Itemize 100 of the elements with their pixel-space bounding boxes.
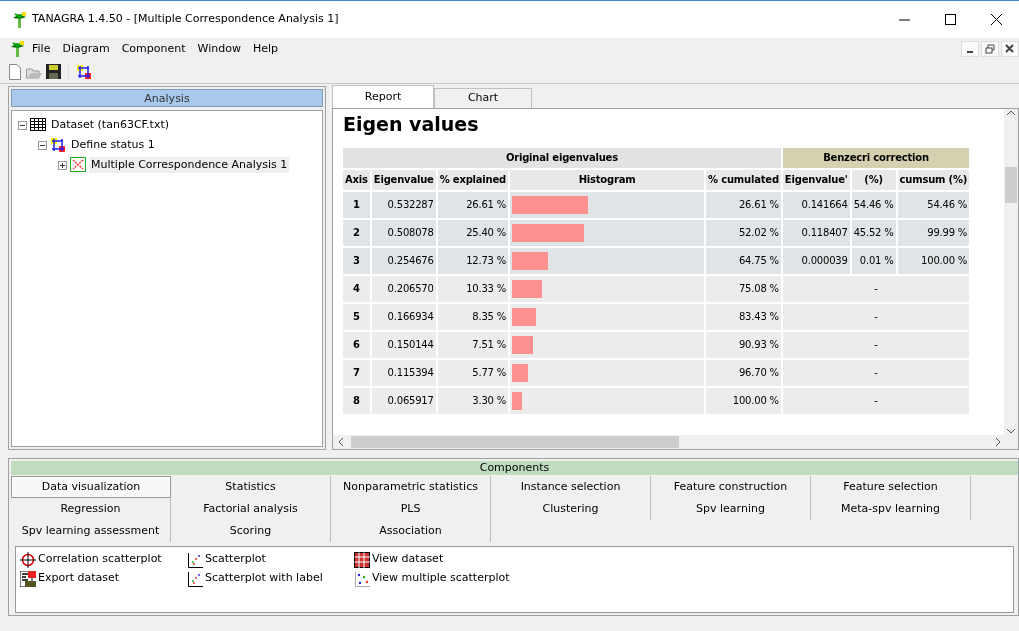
document-icon: [20, 570, 36, 587]
menu-item[interactable]: Help: [246, 40, 284, 58]
restore-icon: [985, 44, 995, 54]
table-cell: 0.254676: [371, 247, 436, 274]
column-header: Eigenvalue': [782, 169, 850, 190]
chart-icon: [70, 157, 86, 173]
table-cell: 54.46 %: [897, 191, 970, 218]
table-cell: 26.61 %: [437, 191, 509, 218]
table-cell: 0.150144: [371, 331, 436, 358]
table-cell: 1: [343, 191, 370, 218]
collapse-icon[interactable]: [18, 120, 27, 130]
tree-item[interactable]: Define status 1: [69, 136, 157, 154]
tool-entry[interactable]: Export dataset: [20, 569, 187, 588]
table-cell: 90.93 %: [706, 331, 781, 358]
table-cell: 0.141664: [782, 191, 850, 218]
new-file-icon[interactable]: [8, 63, 22, 80]
document-restore-button[interactable]: [981, 41, 999, 57]
report-title: Eigen values: [343, 113, 480, 136]
column-header: Histogram: [510, 169, 705, 190]
palm-tree-icon: [10, 41, 26, 57]
close-icon: [1005, 44, 1015, 54]
column-header: % explained: [437, 169, 509, 190]
table-cell: 3.30 %: [437, 387, 509, 414]
tree-item[interactable]: Dataset (tan63CF.txt): [49, 116, 172, 134]
maximize-icon: [944, 14, 956, 25]
table-cell: 75.08 %: [706, 275, 781, 302]
table-cell: 0.508078: [371, 219, 436, 246]
menu-item[interactable]: Diagram: [56, 40, 116, 58]
scatter-plot-icon: [187, 551, 203, 568]
scatter-plot-icon: [187, 570, 203, 587]
minimize-icon: [967, 51, 973, 53]
table-cell: 10.33 %: [437, 275, 509, 302]
table-cell: 2: [343, 219, 370, 246]
menu-item[interactable]: File: [26, 40, 57, 58]
table-cell: 45.52 %: [851, 219, 896, 246]
table-cell: 100.00 %: [897, 247, 970, 274]
horizontal-scrollbar[interactable]: [333, 435, 1018, 449]
table-cell: 64.75 %: [706, 247, 781, 274]
tab[interactable]: Data visualization: [11, 476, 171, 498]
table-cell: 4: [343, 275, 370, 302]
document-minimize-button[interactable]: [961, 41, 979, 57]
expand-icon[interactable]: [58, 160, 67, 170]
palm-tree-icon: [12, 11, 28, 28]
table-cell: 5: [343, 303, 370, 330]
table-cell: 83.43 %: [706, 303, 781, 330]
table-cell: 0.206570: [371, 275, 436, 302]
scroll-thumb[interactable]: [1005, 167, 1017, 203]
table-cell: 3: [343, 247, 370, 274]
scroll-thumb[interactable]: [351, 436, 679, 448]
crosshair-icon: [20, 551, 36, 568]
tool-entry[interactable]: Scatterplot with label: [187, 569, 354, 588]
tool-entry[interactable]: Correlation scatterplot: [20, 550, 187, 569]
menu-item[interactable]: Window: [191, 40, 247, 58]
table-cell: 0.532287: [371, 191, 436, 218]
table-cell: 12.73 %: [437, 247, 509, 274]
table-cell: 100.00 %: [706, 387, 781, 414]
table-cell: 0.118407: [782, 219, 850, 246]
table-cell: 5.77 %: [437, 359, 509, 386]
table-cell: 0.166934: [371, 303, 436, 330]
scatter-plot-icon: [354, 570, 370, 587]
tree-item[interactable]: Multiple Correspondence Analysis 1: [89, 156, 290, 174]
tab[interactable]: Chart: [434, 88, 532, 108]
tool-entry[interactable]: View dataset: [354, 550, 554, 569]
table-cell: 8: [343, 387, 370, 414]
table-cell: -: [782, 303, 970, 330]
table-cell: 96.70 %: [706, 359, 781, 386]
collapse-icon[interactable]: [38, 140, 47, 150]
table-cell: 7.51 %: [437, 331, 509, 358]
save-icon[interactable]: [46, 64, 61, 79]
table-cell: -: [782, 331, 970, 358]
column-header: Axis: [343, 169, 370, 190]
close-icon: [990, 14, 1002, 25]
column-header: % cumulated: [706, 169, 781, 190]
column-header: Eigenvalue: [371, 169, 436, 190]
column-header: (%): [851, 169, 896, 190]
network-icon: [50, 137, 66, 153]
tool-entry[interactable]: Scatterplot: [187, 550, 354, 569]
table-cell: 7: [343, 359, 370, 386]
grid-icon: [354, 551, 370, 568]
panel-header: Components: [11, 461, 1018, 475]
table-cell: 54.46 %: [851, 191, 896, 218]
vertical-scrollbar[interactable]: [1004, 109, 1018, 435]
table-cell: 8.35 %: [437, 303, 509, 330]
table-cell: 0.000039: [782, 247, 850, 274]
table-cell: 52.02 %: [706, 219, 781, 246]
table-cell: 0.01 %: [851, 247, 896, 274]
table-cell: -: [782, 275, 970, 302]
table-cell: 6: [343, 331, 370, 358]
table-cell: 25.40 %: [437, 219, 509, 246]
tab[interactable]: Report: [332, 85, 434, 108]
document-close-button[interactable]: [1001, 41, 1019, 57]
table-icon: [30, 117, 46, 133]
table-cell: -: [782, 387, 970, 414]
tool-entry[interactable]: View multiple scatterplot: [354, 569, 554, 588]
menu-item[interactable]: Component: [115, 40, 192, 58]
network-icon[interactable]: [75, 63, 92, 80]
group-header: Benzecri correction: [782, 147, 970, 168]
table-cell: 26.61 %: [706, 191, 781, 218]
table-cell: -: [782, 359, 970, 386]
column-header: cumsum (%): [897, 169, 970, 190]
